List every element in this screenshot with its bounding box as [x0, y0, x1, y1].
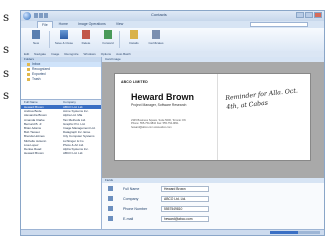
table-row[interactable]: Heward Brown ABCO Ltd. Ltd.: [21, 151, 101, 155]
delete-button[interactable]: Delete: [79, 30, 93, 48]
field-label: Company: [123, 197, 139, 201]
status-bar: [21, 229, 324, 235]
save-close-button[interactable]: Save & Close: [54, 30, 74, 48]
card-title: Project Manager, Software Research: [131, 103, 187, 107]
content-pane: Card Image ABCO LIMITED Heward Brown Pro…: [102, 57, 324, 229]
tab-view[interactable]: View: [112, 21, 128, 28]
ribbon-button-label: New: [32, 41, 39, 45]
folder-icon: [27, 73, 30, 76]
certificates-button[interactable]: Certificates: [148, 30, 164, 48]
zoom-level-fill: [270, 231, 298, 234]
card-contact-info: 2345 Business Square, Suite 5000, Toront…: [131, 119, 201, 129]
ribbon-separator: [49, 31, 50, 48]
fields-header: Fields: [102, 178, 324, 183]
phone-icon: [108, 206, 113, 211]
quick-access-toolbar[interactable]: [34, 13, 48, 18]
tab-image-operations[interactable]: Image Operations: [74, 21, 110, 28]
contact-list: Heward Brown ABCO Ltd. Ltd. Andrea Bode Ac…: [21, 105, 101, 155]
app-window: Contacts File Home Image Operations View…: [20, 10, 325, 236]
folder-icon: [27, 78, 30, 81]
forward-button[interactable]: Forward: [101, 30, 115, 48]
card-image-viewer[interactable]: ABCO LIMITED Heward Brown Project Manage…: [102, 62, 324, 178]
field-label: E-mail: [123, 217, 134, 221]
tab-home[interactable]: Home: [55, 21, 72, 28]
details-button[interactable]: Details: [127, 30, 141, 48]
field-row-full-name: Full Name Heward Brown: [108, 185, 324, 193]
full-name-field[interactable]: Heward Brown: [161, 186, 209, 192]
card-company: ABCO LIMITED: [121, 80, 148, 84]
minimize-button[interactable]: [296, 12, 304, 18]
ribbon-button-label: Delete: [81, 41, 91, 45]
field-label: Full Name: [123, 187, 140, 191]
window-controls: [296, 12, 322, 18]
fields-panel: Fields Full Name Heward Brown Company AB…: [102, 178, 324, 229]
details-icon: [130, 30, 138, 39]
certificate-icon: [152, 30, 160, 39]
ribbon-button-label: Forward: [102, 41, 114, 45]
zoom-slider[interactable]: [270, 231, 320, 234]
title-bar: Contacts: [21, 11, 324, 21]
company-icon: [108, 196, 113, 201]
field-row-phone: Phone Number 5557549810: [108, 205, 324, 213]
folder-icon: [27, 68, 30, 71]
window-title: Contacts: [151, 12, 167, 17]
margin-letter: s: [3, 42, 10, 56]
ribbon-button-label: Save & Close: [54, 41, 74, 45]
delete-icon: [82, 30, 90, 39]
email-field[interactable]: heward@abco.com: [161, 216, 209, 222]
card-divider: [217, 74, 218, 160]
email-icon: [108, 216, 113, 221]
app-menu-button[interactable]: [23, 12, 31, 20]
business-card-image[interactable]: ABCO LIMITED Heward Brown Project Manage…: [115, 74, 310, 160]
person-icon: [108, 186, 113, 191]
new-contact-icon: [32, 30, 40, 39]
margin-letter: s: [3, 88, 10, 102]
maximize-button[interactable]: [305, 12, 313, 18]
folder-icon: [27, 63, 30, 66]
margin-letter: s: [3, 10, 10, 24]
new-button[interactable]: New: [29, 30, 43, 48]
margin-letter: s: [3, 66, 10, 80]
folder-trash[interactable]: Trash: [21, 77, 101, 82]
card-info-line: heward@abco.com www.abco.com: [131, 125, 172, 129]
ribbon-button-label: Details: [129, 41, 139, 45]
navigation-pane: Folders Inbox Recognized Exported Trash …: [21, 57, 102, 229]
search-input[interactable]: [250, 22, 308, 27]
save-icon: [60, 30, 68, 39]
ribbon-separator: [119, 31, 120, 48]
field-label: Phone Number: [123, 207, 148, 211]
forward-icon: [104, 30, 112, 39]
field-row-email: E-mail heward@abco.com: [108, 215, 324, 223]
ribbon-button-label: Certificates: [148, 41, 164, 45]
close-button[interactable]: [314, 12, 322, 18]
company-field[interactable]: ABCO Ltd. Ltd.: [161, 196, 209, 202]
ribbon: New Save & Close Delete Forward Details …: [21, 28, 324, 52]
phone-field[interactable]: 5557549810: [161, 206, 209, 212]
tab-file[interactable]: File: [37, 21, 53, 28]
handwritten-note: Reminder for Alla. Oct. 4th, at Cabas: [225, 87, 299, 111]
card-name: Heward Brown: [131, 92, 195, 102]
field-row-company: Company ABCO Ltd. Ltd.: [108, 195, 324, 203]
